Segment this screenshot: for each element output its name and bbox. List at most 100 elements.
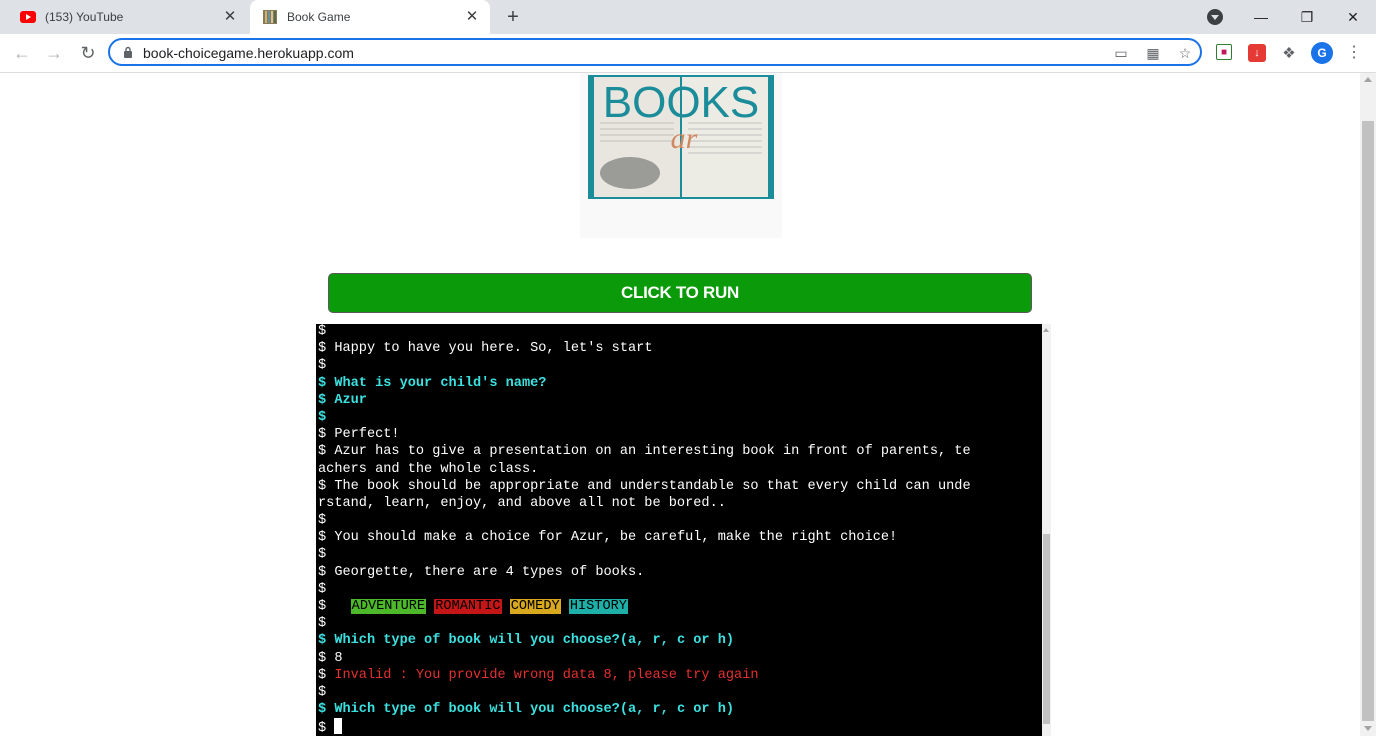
prompt-symbol: $ — [318, 513, 335, 529]
terminal-line: $ — [318, 581, 1042, 598]
terminal-line: $ Georgette, there are 4 types of books. — [318, 564, 1042, 581]
download-extension-icon[interactable]: ↓ — [1248, 44, 1266, 62]
logo-title: BOOKS — [603, 78, 760, 127]
terminal-text: achers and the whole class. — [318, 461, 539, 477]
genre-badge-romantic: ROMANTIC — [434, 599, 502, 614]
prompt-symbol: $ — [318, 633, 335, 649]
tab-book-game[interactable]: Book Game ✕ — [250, 0, 490, 34]
terminal-scrollbar[interactable] — [1042, 324, 1051, 736]
click-to-run-button[interactable]: CLICK TO RUN — [328, 273, 1032, 313]
prompt-symbol: $ — [318, 702, 335, 718]
books-logo: BOOKS ar — [580, 73, 782, 238]
terminal-line: $ — [318, 512, 1042, 529]
tab-title: (153) YouTube — [45, 10, 124, 24]
terminal-output: $ $ Happy to have you here. So, let's st… — [318, 324, 1042, 736]
prompt-symbol: $ — [318, 341, 335, 357]
terminal-line: $ ADVENTURE ROMANTIC COMEDY HISTORY — [318, 598, 1042, 615]
terminal-text: Perfect! — [334, 427, 400, 443]
terminal-text: You should make a choice for Azur, be ca… — [334, 530, 898, 546]
terminal-line: $ — [318, 615, 1042, 632]
new-tab-button[interactable]: + — [502, 6, 524, 28]
reload-button[interactable]: ↻ — [76, 41, 100, 65]
tab-youtube[interactable]: (153) YouTube ✕ — [8, 0, 248, 34]
prompt-symbol: $ — [318, 358, 335, 374]
close-icon[interactable]: ✕ — [464, 9, 480, 25]
minimize-button[interactable]: — — [1238, 0, 1284, 34]
avatar[interactable]: G — [1311, 42, 1333, 64]
extension-icon[interactable]: ■ — [1216, 44, 1232, 60]
terminal-line: $ — [318, 324, 1042, 340]
terminal-line: $ — [318, 546, 1042, 563]
terminal-text: Which type of book will you choose?(a, r… — [334, 702, 735, 718]
prompt-symbol: $ — [318, 375, 335, 391]
back-button[interactable]: ← — [10, 41, 34, 65]
terminal-text: Happy to have you here. So, let's start — [334, 341, 653, 357]
genre-badge-history: HISTORY — [568, 599, 628, 614]
tab-title: Book Game — [287, 10, 351, 24]
terminal-line: $ — [318, 409, 1042, 426]
terminal-line: $ 8 — [318, 650, 1042, 667]
terminal-line: $ Azur — [318, 392, 1042, 409]
terminal-line: achers and the whole class. — [318, 461, 1042, 478]
youtube-icon — [20, 11, 36, 23]
browser-toolbar: ← → ↻ book-choicegame.herokuapp.com ▭ ▦ … — [0, 34, 1376, 73]
prompt-symbol: $ — [318, 599, 335, 614]
terminal-line: $ Invalid : You provide wrong data 8, pl… — [318, 667, 1042, 684]
terminal-text: The book should be appropriate and under… — [334, 478, 971, 494]
menu-icon[interactable]: ⋮ — [1346, 44, 1362, 62]
logo-subtitle: ar — [671, 122, 698, 155]
terminal-line: $ Which type of book will you choose?(a,… — [318, 632, 1042, 649]
prompt-symbol: $ — [318, 547, 335, 563]
restore-button[interactable]: ❐ — [1284, 0, 1330, 34]
terminal-text: What is your child's name? — [334, 375, 547, 391]
terminal-line: $ Which type of book will you choose?(a,… — [318, 701, 1042, 718]
tab-strip: (153) YouTube ✕ Book Game ✕ + — ❐ ✕ — [0, 0, 1376, 34]
terminal-text: Invalid : You provide wrong data 8, plea… — [334, 667, 759, 683]
terminal-line: rstand, learn, enjoy, and above all not … — [318, 495, 1042, 512]
terminal-line: $ Happy to have you here. So, let's star… — [318, 340, 1042, 357]
bookmark-star-icon[interactable]: ☆ — [1176, 44, 1194, 62]
prompt-symbol: $ — [318, 324, 335, 339]
prompt-symbol: $ — [318, 667, 335, 683]
genre-badge-adventure: ADVENTURE — [350, 599, 427, 614]
terminal-text: 8 — [334, 650, 343, 666]
genre-badge-comedy: COMEDY — [509, 599, 561, 614]
prompt-symbol: $ — [318, 530, 335, 546]
prompt-symbol: $ — [318, 684, 335, 700]
terminal[interactable]: $ $ Happy to have you here. So, let's st… — [316, 324, 1042, 736]
terminal-line: $ You should make a choice for Azur, be … — [318, 529, 1042, 546]
prompt-symbol: $ — [318, 409, 335, 425]
prompt-symbol: $ — [318, 650, 335, 666]
tab-search-icon[interactable] — [1207, 9, 1223, 25]
terminal-line: $ — [318, 684, 1042, 701]
terminal-line: $ Azur has to give a presentation on an … — [318, 443, 1042, 460]
book-icon — [263, 10, 277, 24]
prompt-symbol: $ — [318, 581, 335, 597]
url-text: book-choicegame.herokuapp.com — [143, 45, 354, 61]
prompt-symbol: $ — [318, 392, 335, 408]
terminal-line: $ Perfect! — [318, 426, 1042, 443]
page-content: BOOKS ar CLICK TO RUN $ $ Happy to have … — [0, 73, 1360, 736]
prompt-symbol: $ — [318, 427, 335, 443]
prompt-symbol: $ — [318, 616, 335, 632]
close-icon[interactable]: ✕ — [222, 9, 238, 25]
cast-icon[interactable]: ▭ — [1112, 44, 1130, 62]
prompt-symbol: $ — [318, 721, 335, 736]
forward-button[interactable]: → — [42, 41, 66, 65]
terminal-text: Azur has to give a presentation on an in… — [334, 444, 971, 460]
qr-code-icon[interactable]: ▦ — [1144, 44, 1162, 62]
prompt-symbol: $ — [318, 564, 335, 580]
close-window-button[interactable]: ✕ — [1330, 0, 1376, 34]
extensions-puzzle-icon[interactable]: ❖ — [1280, 44, 1298, 62]
terminal-text: Azur — [334, 392, 367, 408]
terminal-line: $ — [318, 357, 1042, 374]
page-scrollbar[interactable] — [1360, 73, 1376, 736]
terminal-text: Which type of book will you choose?(a, r… — [334, 633, 735, 649]
input-cursor[interactable] — [334, 718, 343, 735]
terminal-text: Georgette, there are 4 types of books. — [334, 564, 645, 580]
lock-icon — [124, 46, 132, 58]
prompt-symbol: $ — [318, 444, 335, 460]
prompt-symbol: $ — [318, 478, 335, 494]
address-bar[interactable]: book-choicegame.herokuapp.com ▭ ▦ ☆ — [108, 38, 1202, 66]
terminal-text: rstand, learn, enjoy, and above all not … — [318, 495, 726, 511]
